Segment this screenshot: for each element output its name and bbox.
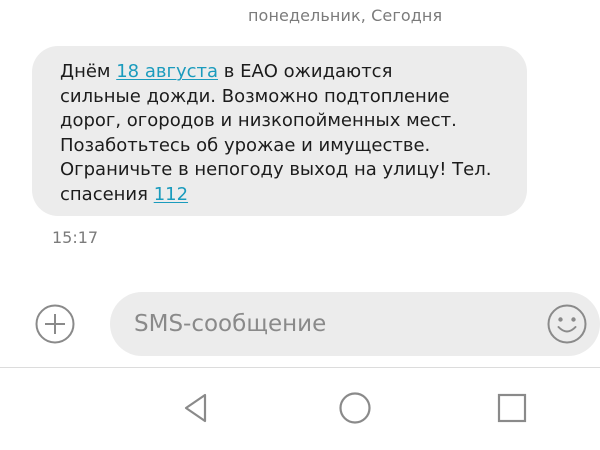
- message-link[interactable]: 112: [154, 184, 188, 205]
- date-header: понедельник, Сегодня: [248, 6, 443, 25]
- message-segment: в ЕАО ожидаются: [218, 61, 393, 82]
- message-line: спасения 112: [60, 183, 509, 208]
- back-button[interactable]: [179, 390, 215, 426]
- attach-button[interactable]: [34, 303, 76, 345]
- navigation-bar: [0, 368, 600, 450]
- message-segment: Ограничьте в непогоду выход на улицу! Те…: [60, 159, 492, 180]
- message-timestamp: 15:17: [52, 228, 99, 247]
- message-line: сильные дожди. Возможно подтопление: [60, 85, 509, 110]
- message-line: Днём 18 августа в ЕАО ожидаются: [60, 60, 509, 85]
- smiley-face-icon: [547, 304, 587, 344]
- message-text: Днём 18 августа в ЕАО ожидаются сильные д…: [60, 60, 509, 207]
- message-line: Позаботьтесь об урожае и имуществе.: [60, 134, 509, 159]
- home-button[interactable]: [337, 390, 373, 426]
- message-segment: Днём: [60, 61, 117, 82]
- message-bubble[interactable]: Днём 18 августа в ЕАО ожидаются сильные д…: [32, 46, 527, 216]
- emoji-button[interactable]: [546, 303, 588, 345]
- message-line: дорог, огородов и низкопойменных мест.: [60, 109, 509, 134]
- square-recents-icon: [497, 393, 527, 423]
- message-segment: Позаботьтесь об урожае и имуществе.: [60, 134, 431, 156]
- composer-bar: [0, 289, 600, 361]
- triangle-back-icon: [184, 393, 207, 423]
- message-segment: спасения: [60, 183, 154, 205]
- message-segment: дорог, огородов и низкопойменных мест.: [60, 110, 457, 131]
- recents-button[interactable]: [494, 390, 530, 426]
- message-line: Ограничьте в непогоду выход на улицу! Те…: [60, 158, 509, 183]
- message-segment: сильные дожди. Возможно подтопление: [60, 85, 450, 107]
- sms-field[interactable]: [110, 292, 600, 356]
- circle-home-icon: [339, 392, 371, 424]
- sms-input[interactable]: [134, 292, 534, 356]
- message-link[interactable]: 18 августа: [116, 61, 218, 82]
- add-circle-icon: [35, 304, 75, 344]
